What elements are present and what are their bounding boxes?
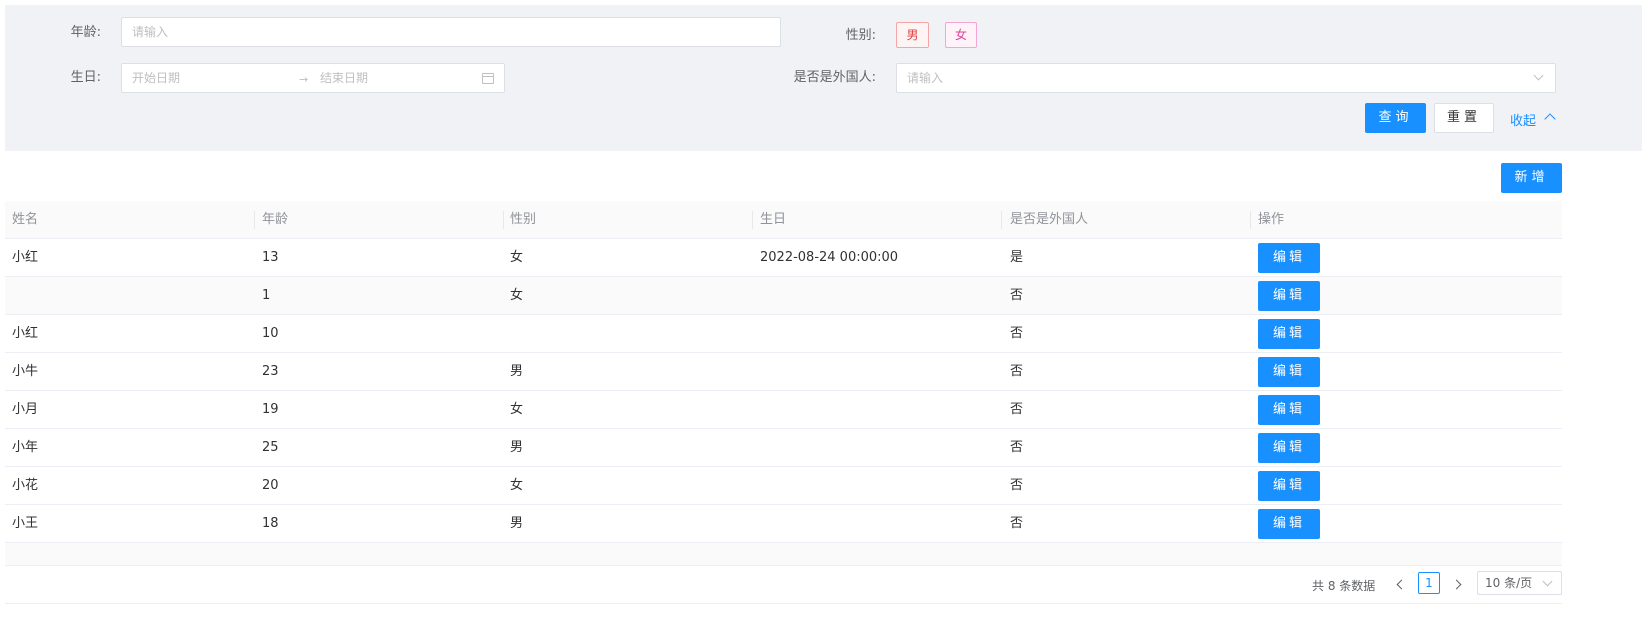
cell-age: 1 [262,288,271,303]
cell-birthday [753,391,760,428]
cell-gender: 女 [510,288,524,303]
table-row: 1 女 否 编辑 [5,277,1562,315]
cell-birthday [753,353,760,390]
edit-button[interactable]: 编辑 [1258,319,1320,349]
add-button[interactable]: 新增 [1501,163,1562,193]
cell-gender [503,315,510,352]
cell-foreigner: 否 [1010,364,1024,379]
cell-birthday: 2022-08-24 00:00:00 [760,250,899,265]
edit-button[interactable]: 编辑 [1258,243,1320,273]
cell-gender: 女 [510,250,524,265]
column-header-name: 姓名 [12,212,39,227]
page-size-select[interactable]: 10 条/页 [1477,571,1562,595]
column-header-age: 年龄 [262,212,289,227]
table-row: 小花 20 女 否 编辑 [5,467,1562,505]
cell-gender: 男 [510,440,524,455]
cell-foreigner: 是 [1010,250,1024,265]
foreigner-label: 是否是外国人: [793,70,876,85]
cell-name: 小王 [12,516,39,531]
chevron-down-icon [1542,576,1553,587]
data-table: 姓名 年龄 性别 生日 是否是外国人 操作 小红 13 女 2022-08-24… [5,201,1562,566]
cell-foreigner: 否 [1010,440,1024,455]
cell-birthday [753,315,760,352]
cell-birthday [753,467,760,504]
query-button[interactable]: 查询 [1365,103,1426,133]
cell-foreigner: 否 [1010,478,1024,493]
table-footer-spacer [5,543,1562,566]
cell-foreigner: 否 [1010,288,1024,303]
end-date-input[interactable]: 结束日期 [320,64,368,92]
birthday-range-picker[interactable]: 开始日期 → 结束日期 [121,63,505,93]
cell-age: 18 [262,516,279,531]
cell-birthday [753,429,760,466]
filter-panel: 年龄: 请输入 性别: 男 女 生日: 开始日期 → 结束日期 是否是外国人: … [5,5,1642,151]
cell-gender: 男 [510,516,524,531]
divider [5,603,1562,604]
cell-gender: 女 [510,478,524,493]
pagination-page-1[interactable]: 1 [1418,572,1440,594]
column-divider [1001,211,1002,229]
cell-age: 10 [262,326,279,341]
column-header-gender: 性别 [510,212,537,227]
next-page-icon[interactable] [1451,579,1462,590]
cell-name: 小牛 [12,364,39,379]
foreigner-select-placeholder: 请输入 [907,71,944,85]
cell-age: 20 [262,478,279,493]
page: 年龄: 请输入 性别: 男 女 生日: 开始日期 → 结束日期 是否是外国人: … [0,0,1647,635]
calendar-icon[interactable] [482,73,494,84]
cell-age: 13 [262,250,279,265]
table-header: 姓名 年龄 性别 生日 是否是外国人 操作 [5,201,1562,239]
cell-name: 小红 [12,250,39,265]
edit-button[interactable]: 编辑 [1258,509,1320,539]
column-header-actions: 操作 [1258,212,1285,227]
range-arrow-icon: → [299,73,309,86]
table-row: 小月 19 女 否 编辑 [5,391,1562,429]
cell-age: 23 [262,364,279,379]
edit-button[interactable]: 编辑 [1258,395,1320,425]
cell-name: 小花 [12,478,39,493]
edit-button[interactable]: 编辑 [1258,281,1320,311]
cell-foreigner: 否 [1010,326,1024,341]
column-header-foreigner: 是否是外国人 [1010,212,1089,227]
table-row: 小牛 23 男 否 编辑 [5,353,1562,391]
edit-button[interactable]: 编辑 [1258,433,1320,463]
cell-age: 25 [262,440,279,455]
age-input[interactable]: 请输入 [121,17,781,47]
cell-gender: 女 [510,402,524,417]
prev-page-icon[interactable] [1396,579,1407,590]
age-input-placeholder: 请输入 [132,25,169,39]
cell-name: 小月 [12,402,39,417]
table-row: 小年 25 男 否 编辑 [5,429,1562,467]
birthday-label: 生日: [70,70,101,85]
cell-gender: 男 [510,364,524,379]
cell-name: 小年 [12,440,39,455]
table-row: 小红 10 否 编辑 [5,315,1562,353]
gender-tag-female[interactable]: 女 [945,22,977,48]
start-date-input[interactable]: 开始日期 [132,64,180,92]
cell-name [5,277,12,314]
age-label: 年龄: [70,25,101,40]
table-row: 小红 13 女 2022-08-24 00:00:00 是 编辑 [5,239,1562,277]
cell-foreigner: 否 [1010,516,1024,531]
cell-foreigner: 否 [1010,402,1024,417]
cell-birthday [753,277,760,314]
chevron-up-icon[interactable] [1544,113,1556,125]
edit-button[interactable]: 编辑 [1258,357,1320,387]
chevron-down-icon [1533,70,1544,81]
table-row: 小王 18 男 否 编辑 [5,505,1562,543]
page-size-value: 10 条/页 [1485,576,1533,590]
cell-age: 19 [262,402,279,417]
gender-label: 性别: [845,28,876,43]
collapse-link[interactable]: 收起 [1510,110,1536,129]
cell-name: 小红 [12,326,39,341]
gender-tag-male[interactable]: 男 [896,22,929,48]
foreigner-select[interactable]: 请输入 [896,63,1556,93]
edit-button[interactable]: 编辑 [1258,471,1320,501]
cell-birthday [753,505,760,542]
pagination-total: 共 8 条数据 [1312,579,1376,593]
reset-button[interactable]: 重置 [1434,103,1494,133]
column-header-birthday: 生日 [760,212,787,227]
